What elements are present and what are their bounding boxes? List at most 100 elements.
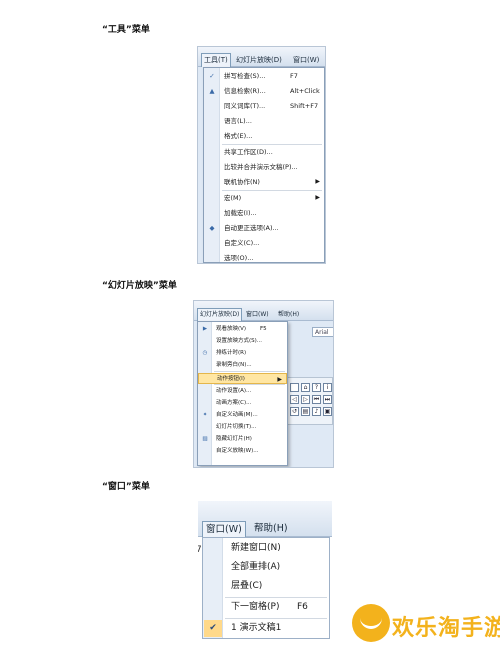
window-menu-item-label: 全部重排(A) xyxy=(231,562,281,572)
menubar-window[interactable]: 窗口(W) xyxy=(293,54,319,66)
slideshow-menu-item[interactable]: 动作设置(A)... xyxy=(198,386,287,397)
window-menu-item[interactable]: 新建窗口(N) xyxy=(203,540,329,557)
tools-menu-item-label: 自定义(C)... xyxy=(224,239,260,247)
spellcheck-icon: ✓ xyxy=(209,72,215,80)
slideshow-menu-item[interactable]: ▨ 隐藏幻灯片(H) xyxy=(198,434,287,445)
timer-icon: ◷ xyxy=(202,350,208,356)
tools-menu-item[interactable]: 选项(O)... xyxy=(204,252,324,263)
slideshow-menu-item-label: 幻灯片切换(T)... xyxy=(216,424,257,430)
slideshow-menu-item[interactable]: 设置放映方式(S)... xyxy=(198,336,287,347)
slideshow-menu-item-label: 自定义动画(M)... xyxy=(216,412,258,418)
slideshow-menu-item[interactable]: ▶ 观看放映(V) F5 xyxy=(198,324,287,335)
tools-menu-screenshot: 工具(T) 幻灯片放映(D) 窗口(W) ✓ 拼写检查(S)... F7 ▲ 信息检索(… xyxy=(197,46,326,264)
action-button-movie[interactable]: ▣ xyxy=(323,407,332,416)
window-menu-item[interactable]: 全部重排(A) xyxy=(203,559,329,576)
window-menu-item-label: 下一窗格(P) xyxy=(231,602,280,612)
menu-separator xyxy=(222,144,322,145)
slideshow-menu-item-label: 动作设置(A)... xyxy=(216,388,252,394)
watermark: 欢乐淘手游 xyxy=(352,604,500,652)
action-button-home[interactable]: ⌂ xyxy=(301,383,310,392)
tools-menu-caption: “工具”菜单 xyxy=(102,25,150,35)
tools-menu-item-shortcut: Alt+Click xyxy=(290,87,320,95)
menubar-tools[interactable]: 工具(T) xyxy=(201,53,231,67)
watermark-logo-icon xyxy=(352,604,390,642)
tools-menu-item-label: 拼写检查(S)... xyxy=(224,72,266,80)
action-button-beginning[interactable]: ⏮ xyxy=(312,395,321,404)
tools-menu-item[interactable]: 比较并合并演示文稿(P)... xyxy=(204,161,324,173)
menubar-slideshow[interactable]: 幻灯片放映(D) xyxy=(197,308,243,321)
slideshow-menu-item[interactable]: 录制旁白(N)... xyxy=(198,360,287,371)
submenu-arrow-icon: ▶ xyxy=(315,194,320,201)
menubar-slideshow[interactable]: 幻灯片放映(D) xyxy=(236,54,282,66)
menu-separator xyxy=(222,190,322,191)
action-button-return[interactable]: ↺ xyxy=(290,407,299,416)
menu-separator xyxy=(214,384,285,385)
tools-menu-item[interactable]: ✓ 拼写检查(S)... F7 xyxy=(204,70,324,82)
play-icon: ▶ xyxy=(202,326,208,332)
font-name-box[interactable]: Arial xyxy=(312,327,333,337)
window-dropdown-menu: 新建窗口(N) 全部重排(A) 层叠(C) 下一窗格(P) F6 ✔ 1 演示文稿1 xyxy=(202,537,330,639)
action-button-forward[interactable]: ▷ xyxy=(301,395,310,404)
action-button-info[interactable]: i xyxy=(323,383,332,392)
tools-menu-item-label: 信息检索(R)... xyxy=(224,87,266,95)
slideshow-menu-item[interactable]: ✦ 自定义动画(M)... xyxy=(198,410,287,421)
window-menu-item-label: 新建窗口(N) xyxy=(231,543,281,553)
research-icon: ▲ xyxy=(209,87,215,95)
tools-menu-item-label: 选项(O)... xyxy=(224,254,254,262)
action-button-sound[interactable]: ♪ xyxy=(312,407,321,416)
watermark-text: 欢乐淘手游 xyxy=(392,616,500,641)
tools-menu-item[interactable]: 加载宏(I)... xyxy=(204,207,324,219)
slideshow-menu-item-label: 动画方案(C)... xyxy=(216,400,252,406)
action-button-document[interactable]: ▤ xyxy=(301,407,310,416)
menubar-help[interactable]: 帮助(H) xyxy=(254,521,288,536)
action-button-end[interactable]: ⏭ xyxy=(323,395,332,404)
tools-menu-item-shortcut: F7 xyxy=(290,72,298,80)
hide-slide-icon: ▨ xyxy=(202,436,208,442)
window-menu-caption: “窗口”菜单 xyxy=(102,482,150,492)
window-menu-item[interactable]: ✔ 1 演示文稿1 xyxy=(203,620,329,637)
slideshow-menu-item[interactable]: 动作按钮(I) ▶ xyxy=(198,373,287,384)
menubar-help[interactable]: 帮助(H) xyxy=(278,309,299,320)
slideshow-menu-item[interactable]: 幻灯片切换(T)... xyxy=(198,422,287,433)
tools-menu-item[interactable]: ◆ 自动更正选项(A)... xyxy=(204,222,324,234)
tools-menu-item[interactable]: 自定义(C)... xyxy=(204,237,324,249)
slideshow-menu-item-label: 录制旁白(N)... xyxy=(216,362,252,368)
tools-menu-item-label: 宏(M) xyxy=(224,194,242,202)
tools-dropdown-menu: ✓ 拼写检查(S)... F7 ▲ 信息检索(R)... Alt+Click 同义词库(T)… xyxy=(203,67,325,263)
window-menu-screenshot: 窗口(W) 帮助(H) 75 新建窗口(N)全部重排(A)层叠(C)下一窗格(P… xyxy=(198,501,332,640)
menubar-window[interactable]: 窗口(W) xyxy=(202,521,246,537)
autocorrect-icon: ◆ xyxy=(209,224,215,232)
tools-menu-item[interactable]: 联机协作(N) ▶ xyxy=(204,176,324,188)
action-button-back[interactable]: ◁ xyxy=(290,395,299,404)
menu-separator xyxy=(225,597,327,598)
slideshow-menu-caption: “幻灯片放映”菜单 xyxy=(102,281,177,291)
window-menu-item[interactable]: 下一窗格(P) F6 xyxy=(203,599,329,616)
menubar-window[interactable]: 窗口(W) xyxy=(246,309,269,320)
tools-menu-item[interactable]: ▲ 信息检索(R)... Alt+Click xyxy=(204,85,324,97)
tools-menu-item-label: 加载宏(I)... xyxy=(224,209,257,217)
animation-icon: ✦ xyxy=(202,412,208,418)
window-menu-item[interactable]: 层叠(C) xyxy=(203,578,329,595)
slideshow-menu-item[interactable]: 自定义放映(W)... xyxy=(198,446,287,457)
slideshow-dropdown-menu: ▶ 观看放映(V) F5 设置放映方式(S)... ◷ 排练计时(R) 录制旁白(N)...… xyxy=(197,321,288,466)
slideshow-menu-screenshot: 幻灯片放映(D) 窗口(W) 帮助(H) Arial ⌂ ? i ◁ ▷ ⏮ ⏭… xyxy=(193,300,334,468)
submenu-arrow-icon: ▶ xyxy=(315,178,320,185)
window-menu-item-label: 1 演示文稿1 xyxy=(231,623,282,633)
tools-menu-item-label: 同义词库(T)... xyxy=(224,102,266,110)
tools-menu-item[interactable]: 宏(M) ▶ xyxy=(204,192,324,204)
slideshow-menu-item-label: 排练计时(R) xyxy=(216,350,247,356)
tools-menu-item[interactable]: 共享工作区(D)... xyxy=(204,146,324,158)
tools-menu-item-label: 语言(L)... xyxy=(224,117,252,125)
tools-menu-item-label: 格式(E)... xyxy=(224,132,253,140)
window-menu-item-label: 层叠(C) xyxy=(231,581,263,591)
tools-menu-item-label: 共享工作区(D)... xyxy=(224,148,273,156)
tools-menu-item[interactable]: 语言(L)... xyxy=(204,115,324,127)
action-button-custom[interactable] xyxy=(290,383,299,392)
action-button-help[interactable]: ? xyxy=(312,383,321,392)
slideshow-menu-item[interactable]: ◷ 排练计时(R) xyxy=(198,348,287,359)
slideshow-menu-item-label: 观看放映(V) xyxy=(216,326,247,332)
slideshow-menu-item-label: 隐藏幻灯片(H) xyxy=(216,436,252,442)
tools-menu-item[interactable]: 同义词库(T)... Shift+F7 xyxy=(204,100,324,112)
tools-menu-item[interactable]: 格式(E)... xyxy=(204,130,324,142)
slideshow-menu-item[interactable]: 动画方案(C)... xyxy=(198,398,287,409)
